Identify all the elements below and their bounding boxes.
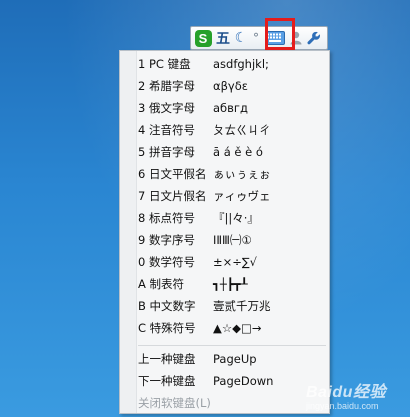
menu-item-pc-keyboard[interactable]: 1 PC 键盘 asdfghjkl; [138,54,328,74]
menu-item-box-drawing[interactable]: A 制表符 ┓┼┣┳┸ [138,274,328,294]
menu-item-sample: ぁぃぅぇぉ [213,167,271,181]
punctuation-icon[interactable]: ° [249,27,263,49]
watermark-title: Baidu经验 [306,384,386,401]
menu-item-label: 9 数字序号 [138,233,195,247]
menu-item-sample: ▲☆◆□→ [213,321,262,335]
watermark-url: jingyan.baidu.com [306,401,379,411]
menu-item-label: 8 标点符号 [138,211,195,225]
menu-item-sample: ±×÷∑√ [213,255,257,269]
menu-item-label: 7 日文片假名 [138,189,207,203]
menu-item-label: B 中文数字 [138,299,196,313]
menu-item-next-keyboard[interactable]: 下一种键盘 PageDown [138,371,328,391]
menu-item-sample: ┓┼┣┳┸ [213,277,248,291]
menu-item-katakana[interactable]: 7 日文片假名 ァィゥヴェ [138,186,328,206]
baidu-watermark: Baidu经验 jingyan.baidu.com [306,378,406,412]
menu-item-greek[interactable]: 2 希腊字母 αβγδε [138,76,328,96]
menu-separator [138,345,326,346]
menu-item-label: 2 希腊字母 [138,79,195,93]
menu-item-special-symbols[interactable]: C 特殊符号 ▲☆◆□→ [138,318,328,338]
halfwidth-moon-icon[interactable]: ☾ [233,27,249,49]
ime-toolbar: S 五 ☾ ° [190,26,328,50]
menu-item-sample: ā á ě è ó [213,145,263,159]
sogou-logo-letter: S [194,29,212,47]
menu-item-hiragana[interactable]: 6 日文平假名 ぁぃぅぇぉ [138,164,328,184]
menu-item-shortcut: PageDown [213,374,274,388]
menu-item-label: 3 俄文字母 [138,101,195,115]
menu-item-number-ordinals[interactable]: 9 数字序号 ⅠⅡⅢ㈠① [138,230,328,250]
menu-item-zhuyin[interactable]: 4 注音符号 ㄆㄊㄍㄐㄔ [138,120,328,140]
menu-item-label: 6 日文平假名 [138,167,207,181]
menu-item-math-symbols[interactable]: 0 数学符号 ±×÷∑√ [138,252,328,272]
menu-item-label: 5 拼音字母 [138,145,195,159]
menu-item-russian[interactable]: 3 俄文字母 абвгд [138,98,328,118]
menu-item-chinese-numerals[interactable]: B 中文数字 壹贰千万兆 [138,296,328,316]
sogou-logo-icon[interactable]: S [193,27,213,49]
menu-item-sample: αβγδε [213,79,248,93]
menu-item-sample: ⅠⅡⅢ㈠① [213,233,252,247]
menu-item-label: 0 数学符号 [138,255,195,269]
menu-item-punctuation[interactable]: 8 标点符号 『||々·』 [138,208,328,228]
highlight-box [265,18,295,50]
soft-keyboard-menu: 1 PC 键盘 asdfghjkl; 2 希腊字母 αβγδε 3 俄文字母 а… [119,50,330,414]
menu-item-label: 下一种键盘 [138,374,196,388]
menu-item-sample: ァィゥヴェ [213,189,271,203]
menu-item-pinyin[interactable]: 5 拼音字母 ā á ě è ó [138,142,328,162]
menu-item-label: A 制表符 [138,277,185,291]
menu-item-shortcut: PageUp [213,352,257,366]
menu-item-label: 关闭软键盘(L) [138,396,211,410]
menu-item-sample: 『||々·』 [213,211,259,225]
menu-item-previous-keyboard[interactable]: 上一种键盘 PageUp [138,349,328,369]
wubi-mode-button[interactable]: 五 [213,27,233,49]
settings-wrench-icon[interactable] [305,27,323,49]
menu-item-close-soft-keyboard[interactable]: 关闭软键盘(L) [138,393,328,413]
menu-item-label: 上一种键盘 [138,352,196,366]
wrench-icon [307,31,321,45]
menu-icon-gutter [120,51,137,413]
menu-item-label: 1 PC 键盘 [138,57,191,71]
menu-item-sample: 壹贰千万兆 [213,299,271,313]
menu-item-sample: asdfghjkl; [213,57,269,71]
menu-item-label: C 特殊符号 [138,321,196,335]
menu-item-sample: ㄆㄊㄍㄐㄔ [213,123,271,137]
menu-item-label: 4 注音符号 [138,123,195,137]
menu-item-sample: абвгд [213,101,248,115]
